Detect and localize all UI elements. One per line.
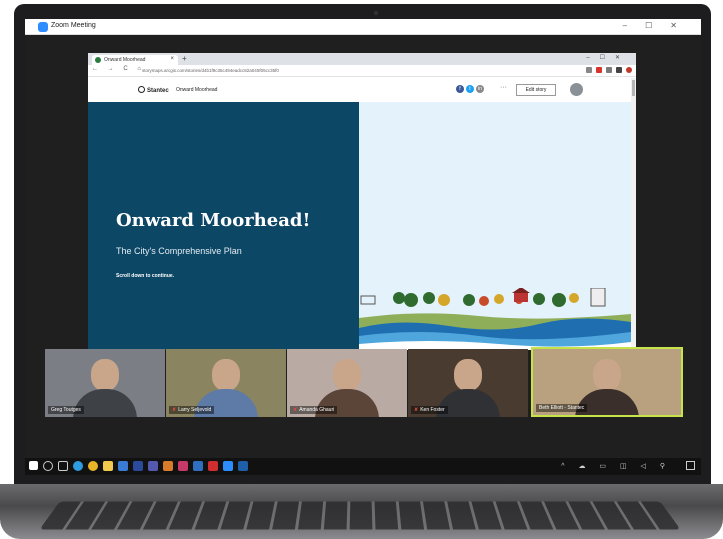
file-explorer-icon[interactable] [103,461,113,471]
participant-name: ✘ Amanda Ghauri [290,406,337,414]
participant-strip: Greg Toutges ✘ Larry Seljevold ✘ Amanda Gh… [33,349,695,419]
teams-icon[interactable] [148,461,158,471]
active-speaker-tile[interactable]: Beth Elliott - Stantec [531,347,683,417]
browser-minimize-button[interactable]: – [586,55,599,61]
browser-maximize-button[interactable]: ☐ [600,55,615,61]
hero-illustration [359,102,631,350]
stantec-mark-icon [138,86,145,93]
minimize-button[interactable]: – [623,21,645,30]
acrobat-icon[interactable] [208,461,218,471]
hero-title: Onward Moorhead! [116,210,310,231]
chrome-icon[interactable] [88,461,98,471]
close-button[interactable]: ✕ [670,21,695,30]
keyboard [40,502,681,530]
address-bar[interactable]: storymaps.arcgis.com/stories/d4b1f9c35c4… [138,67,558,75]
browser-tab-bar: Onward Moorhead × + –☐✕ [88,53,636,65]
mic-muted-icon: ✘ [172,407,176,413]
participant-face [91,359,119,391]
scrollbar-thumb[interactable] [632,80,635,96]
zoom-window-controls[interactable]: –☐✕ [623,21,695,30]
webcam [374,11,378,15]
site-title: Onward Moorhead [176,87,217,93]
back-icon[interactable]: ← [92,66,102,72]
zoom-logo-icon [38,22,48,32]
hero-subtitle: The City's Comprehensive Plan [116,246,242,256]
site-header: Stantec Onward Moorhead f t in ··· Edit … [88,78,636,102]
notification-icon[interactable] [686,461,695,470]
extension-icons [586,67,632,75]
app-icon[interactable] [193,461,203,471]
storymaps-favicon-icon [95,57,101,63]
participant-name: Greg Toutges [48,406,84,414]
page-scrollbar[interactable] [631,78,636,350]
indesign-icon[interactable] [178,461,188,471]
facebook-icon[interactable]: f [456,85,464,93]
zoom-taskbar-icon[interactable] [223,461,233,471]
scene: Zoom Meeting –☐✕ Onward Moorhead × + –☐✕ [0,0,723,539]
pen-icon[interactable] [606,67,612,73]
browser-close-button[interactable]: ✕ [615,55,630,61]
browser-tab[interactable]: Onward Moorhead × [92,55,178,65]
windows-taskbar: ^ ☁ ▭ ◫ ◁ ⚲ [25,458,701,475]
taskbar-apps [29,461,248,471]
user-avatar[interactable] [570,83,583,96]
maximize-button[interactable]: ☐ [645,21,670,30]
puzzle-icon[interactable] [616,67,622,73]
photoshop-icon[interactable] [133,461,143,471]
mail-icon[interactable] [118,461,128,471]
participant-tile[interactable]: ✘ Ken Foster [408,349,528,417]
participant-name: Beth Elliott - Stantec [536,404,587,412]
system-tray[interactable]: ^ ☁ ▭ ◫ ◁ ⚲ [561,462,671,470]
zoom-title-bar: Zoom Meeting –☐✕ [25,19,701,35]
participant-body [575,389,639,417]
forward-icon[interactable]: → [108,66,118,72]
twitter-icon[interactable]: t [466,85,474,93]
laptop-screen: Zoom Meeting –☐✕ Onward Moorhead × + –☐✕ [25,19,701,475]
outlook-icon[interactable] [238,461,248,471]
hero-panel: Onward Moorhead! The City's Comprehensiv… [88,102,359,350]
more-options-icon[interactable]: ··· [500,84,507,91]
participant-face [454,359,482,391]
tab-close-icon[interactable]: × [170,56,174,62]
participant-tile[interactable]: Greg Toutges [45,349,165,417]
search-icon[interactable] [43,461,53,471]
edit-story-button[interactable]: Edit story [516,84,556,96]
new-tab-button[interactable]: + [182,54,187,63]
link-icon[interactable]: in [476,85,484,93]
mic-muted-icon: ✘ [414,407,418,413]
stantec-logo-text: Stantec [147,88,169,94]
profile-icon[interactable] [626,67,632,73]
participant-name: ✘ Ken Foster [411,406,448,414]
browser-window-controls[interactable]: –☐✕ [586,54,630,61]
extension-icon[interactable] [596,67,602,73]
landscape-illustration [359,288,631,350]
star-icon[interactable] [586,67,592,73]
zoom-window-title: Zoom Meeting [51,22,96,29]
participant-face [593,359,621,391]
windows-start-icon[interactable] [29,461,38,470]
shared-browser-window: Onward Moorhead × + –☐✕ ← → C ⌂ storymap… [88,53,636,350]
powerpoint-icon[interactable] [163,461,173,471]
stantec-logo[interactable]: Stantec [138,86,169,94]
mic-muted-icon: ✘ [293,407,297,413]
participant-face [333,359,361,391]
task-view-icon[interactable] [58,461,68,471]
participant-tile[interactable]: ✘ Larry Seljevold [166,349,286,417]
participant-face [212,359,240,391]
browser-toolbar: ← → C ⌂ storymaps.arcgis.com/stories/d4b… [88,65,636,77]
laptop-base [0,484,723,539]
social-share: f t in [456,85,484,93]
tab-title: Onward Moorhead [104,57,145,63]
scroll-hint: Scroll down to continue. [116,273,174,279]
reload-icon[interactable]: C [123,66,131,72]
edge-icon[interactable] [73,461,83,471]
participant-tile[interactable]: ✘ Amanda Ghauri [287,349,407,417]
participant-name: ✘ Larry Seljevold [169,406,214,414]
